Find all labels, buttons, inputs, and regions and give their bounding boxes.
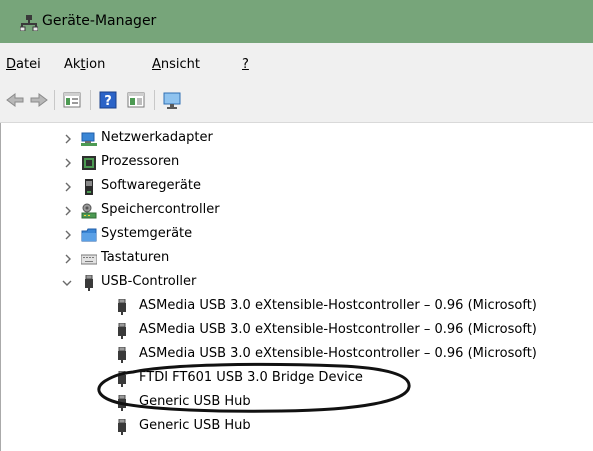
tree-item-label: Systemgeräte [101,226,193,241]
tree-item-usb-device[interactable]: ASMedia USB 3.0 eXtensible-Hostcontrolle… [1,320,593,344]
tree-item-speichercontroller[interactable]: Speichercontroller [1,200,593,224]
usb-device-icon [118,395,126,411]
scan-monitor-icon[interactable] [162,90,182,110]
toolbar-separator [154,90,155,110]
tree-item-label: Prozessoren [101,154,180,169]
tree-item-usb-device[interactable]: Generic USB Hub [1,392,593,416]
chevron-right-icon[interactable] [62,204,74,218]
device-tree[interactable]: Netzwerkadapter Prozessoren Softwaregerä… [0,123,593,451]
help-icon[interactable]: ? [98,90,118,110]
tree-item-label: Tastaturen [101,250,170,265]
device-manager-icon [20,15,38,31]
tree-item-label: USB-Controller [101,274,197,289]
toolbar: ? [0,81,593,123]
tree-item-label: ASMedia USB 3.0 eXtensible-Hostcontrolle… [139,346,537,361]
keyboard-icon [81,254,97,265]
tree-item-label: ASMedia USB 3.0 eXtensible-Hostcontrolle… [139,298,537,313]
chevron-right-icon[interactable] [62,156,74,170]
usb-device-icon [118,419,126,435]
tree-item-softwaregeraete[interactable]: Softwaregeräte [1,176,593,200]
window-title: Geräte-Manager [42,13,157,29]
title-bar[interactable]: Geräte-Manager [0,0,593,43]
tree-item-label: Speichercontroller [101,202,220,217]
properties-icon[interactable] [62,90,82,110]
chevron-right-icon[interactable] [62,228,74,242]
tree-item-label: Netzwerkadapter [101,130,213,145]
forward-arrow-icon[interactable] [29,90,49,110]
software-device-icon [85,179,93,195]
menu-datei[interactable]: Datei [6,57,41,72]
usb-device-icon [118,299,126,315]
tree-item-label: Generic USB Hub [139,418,251,433]
chevron-right-icon[interactable] [62,132,74,146]
tree-item-usb-device[interactable]: FTDI FT601 USB 3.0 Bridge Device [1,368,593,392]
tree-item-usb-device[interactable]: Generic USB Hub [1,416,593,440]
tree-item-usb-device[interactable]: ASMedia USB 3.0 eXtensible-Hostcontrolle… [1,344,593,368]
menu-ansicht[interactable]: Ansicht [152,57,200,72]
tree-item-usb-device[interactable]: ASMedia USB 3.0 eXtensible-Hostcontrolle… [1,296,593,320]
tree-item-prozessoren[interactable]: Prozessoren [1,152,593,176]
toolbar-separator [90,90,91,110]
processor-icon [82,156,96,170]
svg-text:?: ? [104,94,112,109]
tree-item-tastaturen[interactable]: Tastaturen [1,248,593,272]
usb-icon [85,275,93,291]
usb-device-icon [118,323,126,339]
tree-item-systemgeraete[interactable]: Systemgeräte [1,224,593,248]
tree-item-label: Generic USB Hub [139,394,251,409]
system-device-icon [81,228,97,242]
storage-controller-icon [81,203,97,219]
network-adapter-icon [81,132,97,146]
chevron-right-icon[interactable] [62,180,74,194]
usb-device-icon [118,347,126,363]
menu-help[interactable]: ? [242,57,249,72]
back-arrow-icon[interactable] [5,90,25,110]
tree-item-netzwerkadapter[interactable]: Netzwerkadapter [1,128,593,152]
menu-bar: Datei Aktion Ansicht ? [0,43,593,81]
chevron-right-icon[interactable] [62,252,74,266]
tree-item-label: ASMedia USB 3.0 eXtensible-Hostcontrolle… [139,322,537,337]
tree-item-label: FTDI FT601 USB 3.0 Bridge Device [139,370,363,385]
view-icon[interactable] [126,90,146,110]
tree-item-label: Softwaregeräte [101,178,201,193]
menu-aktion[interactable]: Aktion [64,57,105,72]
toolbar-separator [54,90,55,110]
tree-item-usb-controller[interactable]: USB-Controller [1,272,593,296]
usb-device-icon [118,371,126,387]
chevron-down-icon[interactable] [61,276,73,290]
